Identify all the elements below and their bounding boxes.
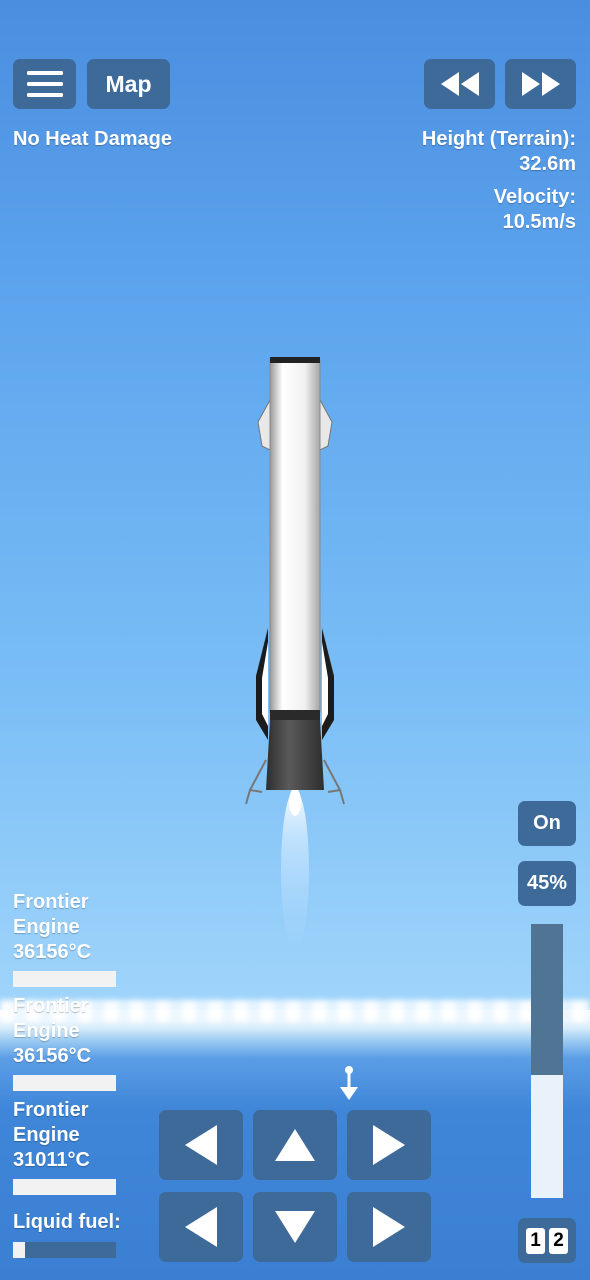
engine-temperature: 36156°C — [13, 941, 92, 963]
grid-fin-right — [319, 399, 333, 451]
velocity-value: 10.5m/s — [502, 211, 576, 233]
hamburger-menu-icon — [26, 71, 63, 97]
gravity-marker-icon — [340, 1066, 358, 1100]
rocket-booster — [269, 359, 321, 713]
rewind-button[interactable] — [424, 59, 495, 109]
engine-section — [266, 720, 324, 790]
engine-toggle-button[interactable]: On — [518, 801, 576, 846]
height-label: Height (Terrain): — [421, 128, 576, 150]
arrow-right-icon — [373, 1207, 405, 1247]
rotate-right-button[interactable] — [347, 1110, 431, 1180]
velocity-label: Velocity: — [493, 186, 576, 208]
move-up-button[interactable] — [253, 1110, 337, 1180]
move-left-button[interactable] — [159, 1192, 243, 1262]
engine-exhaust — [281, 790, 309, 950]
arrow-left-icon — [185, 1207, 217, 1247]
heat-status: No Heat Damage — [13, 128, 172, 150]
engine-name: Engine — [13, 1124, 80, 1146]
menu-button[interactable] — [13, 59, 76, 109]
stage-button[interactable]: 1 2 — [518, 1218, 576, 1263]
rotate-left-button[interactable] — [159, 1110, 243, 1180]
engine-temperature: 31011°C — [13, 1149, 90, 1171]
engine-temperature: 36156°C — [13, 1045, 92, 1067]
engine-temp-2: Frontier Engine 36156°C — [13, 994, 91, 1069]
move-down-button[interactable] — [253, 1192, 337, 1262]
height-readout: Height (Terrain): 32.6m — [422, 127, 576, 177]
arrow-right-icon — [373, 1125, 405, 1165]
engine-name: Engine — [13, 916, 80, 938]
landing-leg-left — [256, 628, 268, 740]
fast-forward-button[interactable] — [505, 59, 576, 109]
height-value: 32.6m — [519, 153, 576, 175]
engine-temp-1: Frontier Engine 36156°C — [13, 890, 91, 965]
throttle-remaining — [531, 924, 563, 1075]
arrow-left-icon — [185, 1125, 217, 1165]
liquid-fuel-bar — [13, 1242, 116, 1258]
stage-number-1: 1 — [526, 1227, 545, 1254]
fast-forward-icon — [521, 72, 560, 96]
engine-temp-3: Frontier Engine 31011°C — [13, 1098, 90, 1173]
map-button[interactable]: Map — [87, 59, 170, 109]
landing-leg-right — [322, 628, 334, 740]
liquid-fuel-label: Liquid fuel: — [13, 1211, 121, 1233]
engine-name: Frontier — [13, 1099, 89, 1121]
velocity-readout: Velocity: 10.5m/s — [494, 185, 576, 235]
engine-heat-bar-3 — [13, 1179, 116, 1195]
liquid-fuel-fill — [13, 1242, 26, 1258]
throttle-slider[interactable] — [531, 924, 563, 1198]
engine-name: Frontier — [13, 995, 89, 1017]
engine-name: Engine — [13, 1020, 80, 1042]
throttle-percent-button[interactable]: 45% — [518, 861, 576, 906]
engine-heat-bar-1 — [13, 971, 116, 987]
arrow-up-icon — [275, 1129, 315, 1161]
move-right-button[interactable] — [347, 1192, 431, 1262]
arrow-down-icon — [275, 1211, 315, 1243]
engine-name: Frontier — [13, 891, 89, 913]
rewind-icon — [440, 72, 479, 96]
stage-number-2: 2 — [549, 1227, 568, 1254]
grid-fin-left — [257, 399, 271, 451]
engine-heat-bar-2 — [13, 1075, 116, 1091]
